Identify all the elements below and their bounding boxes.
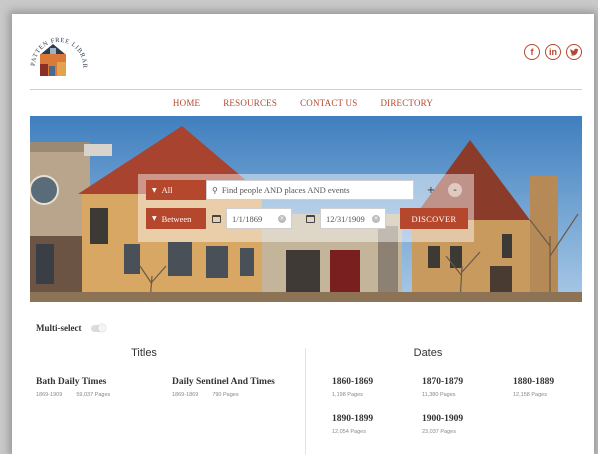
title-meta: 1869-1869 790 Pages xyxy=(172,392,275,398)
search-input[interactable]: ⚲ Find people AND places AND events xyxy=(206,180,414,200)
nav-directory[interactable]: DIRECTORY xyxy=(380,98,433,108)
facebook-icon[interactable]: f xyxy=(524,44,540,60)
page-frame: PATTEN FREE LIBRARY f in HOME RESOURCES … xyxy=(12,14,594,454)
discover-button[interactable]: DISCOVER xyxy=(400,208,468,229)
clear-date-from-icon[interactable]: × xyxy=(278,214,286,223)
date-from-value: 1/1/1869 xyxy=(232,213,263,224)
date-pages: 12,054 Pages xyxy=(332,429,366,435)
range-label: Between xyxy=(161,213,192,224)
date-to-field[interactable]: 12/31/1909 × xyxy=(320,208,386,229)
date-range-item[interactable]: 1890-1899 12,054 Pages xyxy=(332,414,373,435)
date-to-value: 12/31/1909 xyxy=(326,213,365,224)
title-pages: 59,037 Pages xyxy=(76,392,111,398)
twitter-icon[interactable] xyxy=(566,44,582,60)
title-item[interactable]: Bath Daily Times 1869-1909 59,037 Pages xyxy=(36,377,110,398)
search-placeholder: Find people AND places AND events xyxy=(221,185,350,195)
date-range: 1890-1899 xyxy=(332,414,374,424)
add-row-button[interactable]: + xyxy=(424,183,438,197)
nav-home[interactable]: HOME xyxy=(173,98,200,108)
chevron-down-icon: ▼ xyxy=(152,186,157,194)
titles-heading: Titles xyxy=(131,347,157,359)
dates-heading: Dates xyxy=(413,347,443,359)
toggle-knob xyxy=(98,323,107,332)
main-nav: HOME RESOURCES CONTACT US DIRECTORY xyxy=(12,98,594,108)
column-divider xyxy=(305,348,306,454)
chevron-down-icon: ▼ xyxy=(152,215,157,222)
search-icon: ⚲ xyxy=(212,185,218,195)
date-range: 1860-1869 xyxy=(332,377,374,387)
multiselect-toggle[interactable] xyxy=(91,323,107,332)
title-years: 1869-1909 xyxy=(36,392,63,398)
calendar-icon[interactable] xyxy=(212,215,221,223)
linkedin-icon[interactable]: in xyxy=(545,44,561,60)
nav-resources[interactable]: RESOURCES xyxy=(223,98,277,108)
multiselect-label: Multi-select xyxy=(36,323,82,333)
hero-banner: ▼ All ⚲ Find people AND places AND event… xyxy=(30,116,582,302)
title-item[interactable]: Daily Sentinel And Times 1869-1869 790 Pa… xyxy=(172,377,275,398)
date-pages: 12,158 Pages xyxy=(513,392,547,398)
library-logo[interactable]: PATTEN FREE LIBRARY xyxy=(24,21,89,80)
scope-label: All xyxy=(161,185,173,195)
date-range-item[interactable]: 1860-1869 1,198 Pages xyxy=(332,377,373,398)
date-pages: 11,380 Pages xyxy=(422,392,456,398)
nav-contact-us[interactable]: CONTACT US xyxy=(300,98,357,108)
calendar-icon[interactable] xyxy=(306,215,315,223)
date-range-item[interactable]: 1900-1909 23,037 Pages xyxy=(422,414,463,435)
multiselect-row: Multi-select xyxy=(36,323,107,333)
title-years: 1869-1869 xyxy=(172,392,199,398)
title-meta: 1869-1909 59,037 Pages xyxy=(36,392,110,398)
date-pages: 23,037 Pages xyxy=(422,429,456,435)
search-panel: ▼ All ⚲ Find people AND places AND event… xyxy=(138,174,474,242)
header-divider xyxy=(30,89,582,90)
date-range-item[interactable]: 1870-1879 11,380 Pages xyxy=(422,377,463,398)
range-dropdown[interactable]: ▼ Between xyxy=(146,208,206,229)
date-range-item[interactable]: 1880-1889 12,158 Pages xyxy=(513,377,554,398)
title-pages: 790 Pages xyxy=(212,392,239,398)
social-links: f in xyxy=(524,44,582,60)
remove-row-button[interactable]: - xyxy=(448,183,462,197)
scope-dropdown[interactable]: ▼ All xyxy=(146,180,206,200)
date-from-field[interactable]: 1/1/1869 × xyxy=(226,208,292,229)
title-name: Bath Daily Times xyxy=(36,377,107,387)
date-range: 1870-1879 xyxy=(422,377,464,387)
clear-date-to-icon[interactable]: × xyxy=(372,214,380,223)
title-name: Daily Sentinel And Times xyxy=(172,377,275,387)
date-pages: 1,198 Pages xyxy=(332,392,363,398)
date-range: 1900-1909 xyxy=(422,414,464,424)
date-range: 1880-1889 xyxy=(513,377,555,387)
